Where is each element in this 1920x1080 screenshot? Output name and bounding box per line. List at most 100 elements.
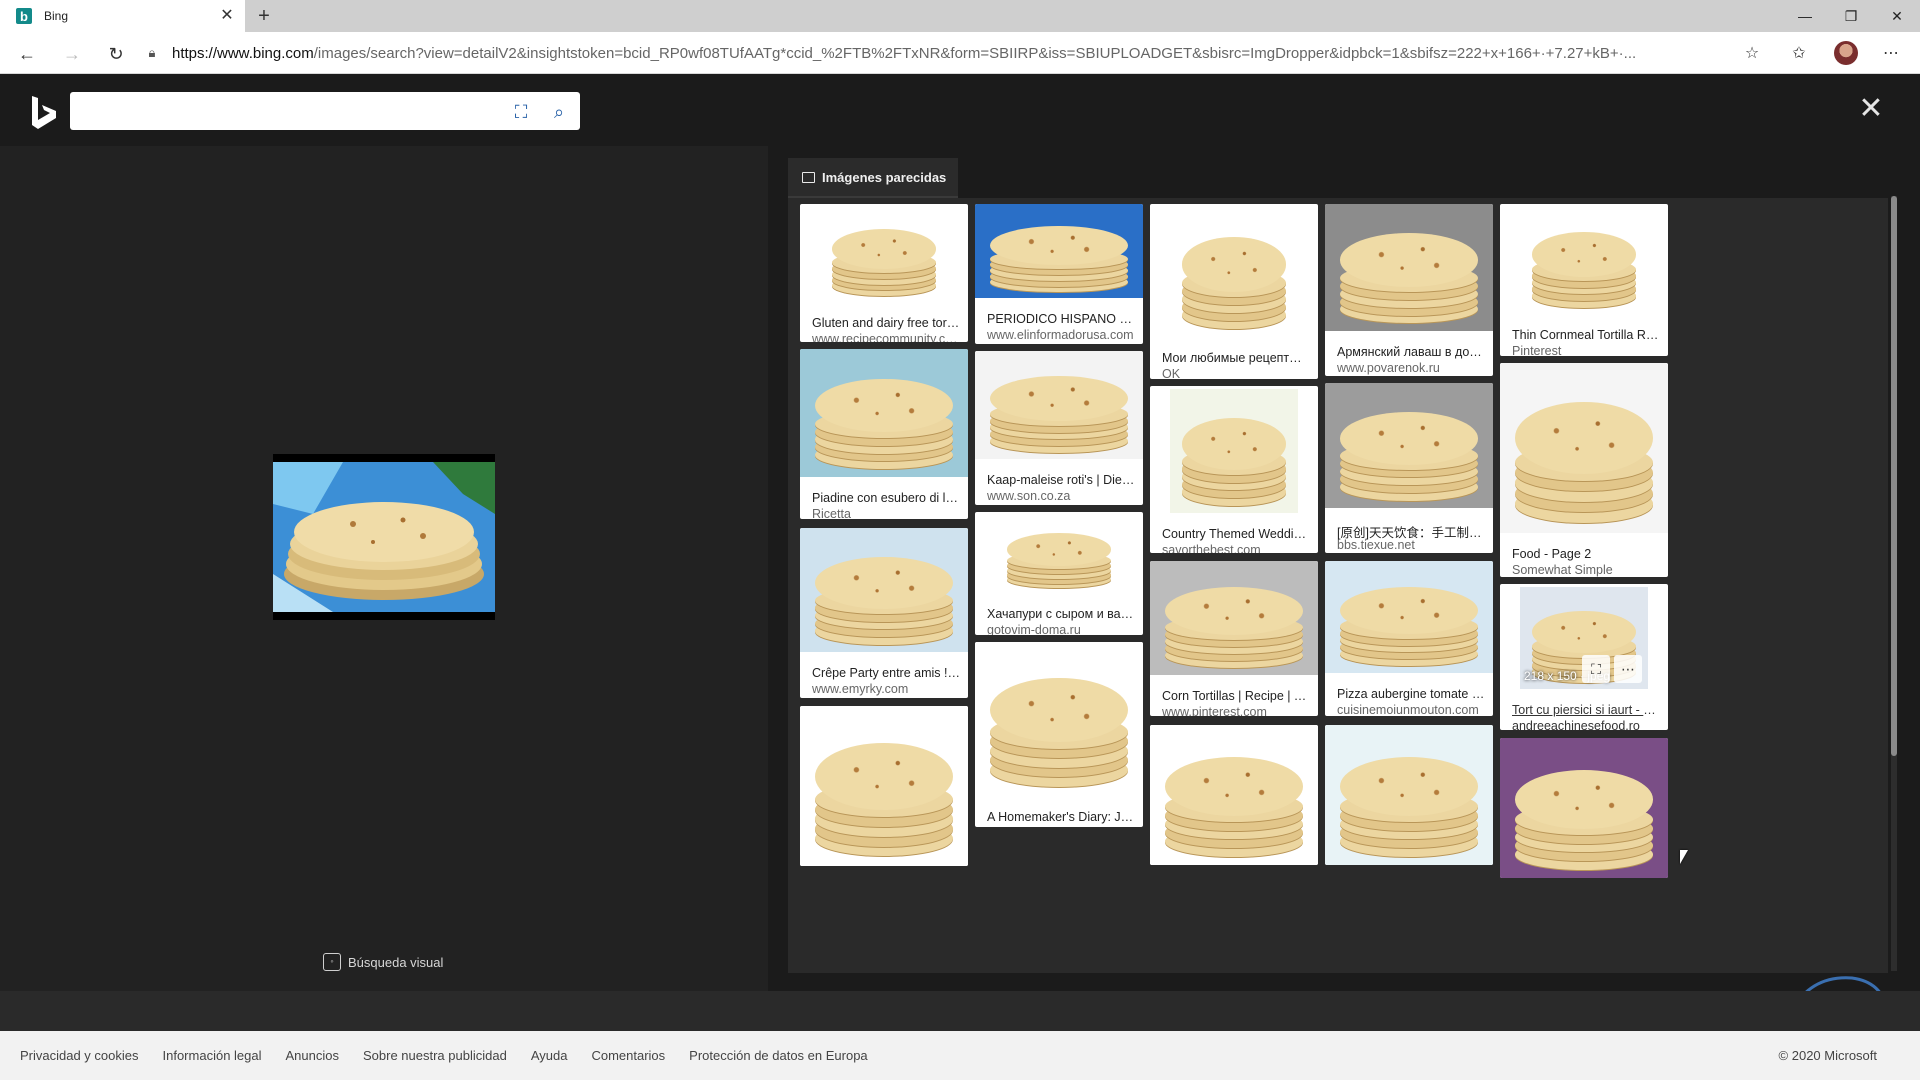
result-thumbnail[interactable] [1500,363,1668,533]
result-thumbnail[interactable] [1170,389,1298,513]
back-icon[interactable]: ← [14,41,40,67]
result-caption[interactable]: Food - Page 2 [1512,547,1660,561]
result-source[interactable]: www.povarenok.ru [1337,361,1485,375]
result-thumbnail[interactable] [975,204,1143,298]
result-thumbnail[interactable] [800,528,968,652]
result-thumbnail[interactable] [1520,207,1648,314]
search-icon[interactable]: ⌕ [548,101,570,123]
scroll-thumb[interactable] [1891,196,1897,756]
result-source[interactable]: savorthebest.com [1162,543,1310,553]
result-thumbnail[interactable] [800,706,968,866]
result-thumbnail[interactable] [975,642,1143,796]
result-thumbnail[interactable] [1500,738,1668,878]
results-scrollbar[interactable] [1891,196,1897,971]
visual-search-button[interactable]: ◦ Búsqueda visual [323,953,443,971]
result-caption[interactable]: Country Themed Wedding Ca... [1162,527,1310,541]
result-card-piadine[interactable]: Piadine con esubero di lievito ... Ricett… [800,349,968,519]
tab-close-icon[interactable]: ✕ [217,6,237,26]
result-card-khachapuri[interactable]: Хачапури с сыром и варены... gotovim-doma… [975,512,1143,635]
visual-search-icon[interactable]: ⛶ [1582,655,1610,683]
more-menu-icon[interactable]: ⋯ [1879,42,1903,66]
result-caption[interactable]: Piadine con esubero di lievito ... [812,491,960,505]
result-card-tiantian-yinshi[interactable]: [原创]天天饮食：手工制作"荷...bbs.tiexue.net [1325,383,1493,553]
footer-link-ads[interactable]: Anuncios [286,1048,339,1063]
result-caption[interactable]: Gluten and dairy free tortillas ... [812,316,960,330]
footer-link-feedback[interactable]: Comentarios [591,1048,665,1063]
result-thumbnail[interactable] [800,349,968,477]
result-thumbnail[interactable] [1325,561,1493,673]
footer-link-legal[interactable]: Información legal [163,1048,262,1063]
favorites-list-icon[interactable]: ✩ [1787,42,1811,66]
result-caption[interactable]: Crêpe Party entre amis ! – Em... [812,666,960,680]
result-card-moi-recepty[interactable]: Мои любимые рецепты — Ка... OK [1150,204,1318,379]
result-card-food-page-2[interactable]: Food - Page 2 Somewhat Simple [1500,363,1668,577]
result-source[interactable]: blogspot.com [987,826,1135,827]
result-source[interactable]: OK [1162,367,1310,379]
result-caption[interactable]: Corn Tortillas | Recipe | The fo... [1162,689,1310,703]
minimize-icon[interactable]: — [1782,0,1828,32]
result-source[interactable]: www.pinterest.com [1162,705,1310,716]
favorite-star-icon[interactable]: ☆ [1740,42,1764,66]
result-source[interactable]: Ricetta [812,507,960,519]
result-card-tort-piersici[interactable]: 218 x 150 · jpeg ⛶ ⋯ Tort cu piersici si ia… [1500,584,1668,730]
result-card-stack-blue-plate[interactable] [1325,725,1493,865]
search-input[interactable] [80,96,500,126]
result-source[interactable]: cuisinemoiunmouton.com [1337,703,1485,716]
result-source[interactable]: Somewhat Simple [1512,563,1660,577]
bing-logo-icon[interactable] [30,96,58,130]
more-options-icon[interactable]: ⋯ [1614,655,1642,683]
result-source[interactable]: www.recipecommunity.co... [812,332,960,342]
result-source[interactable]: gotovim-doma.ru [987,623,1135,635]
result-card-crepe-party[interactable]: Crêpe Party entre amis ! – Em... www.emyr… [800,528,968,698]
result-thumbnail[interactable] [995,515,1123,593]
result-card-pizza-aubergine[interactable]: Pizza aubergine tomate mozz... cuisinemoi… [1325,561,1493,716]
address-bar[interactable]: 🔒︎ https://www.bing.com/images/search?vi… [140,38,1765,68]
window-close-icon[interactable]: ✕ [1874,0,1920,32]
result-card-stack-pink-cloth[interactable] [1150,725,1318,865]
new-tab-icon[interactable]: + [252,4,276,28]
result-card-country-wedding[interactable]: Country Themed Wedding Ca... savorthebest… [1150,386,1318,553]
result-source[interactable]: Pinterest [1512,344,1660,356]
result-source[interactable]: andreeachinesefood.ro [1512,719,1660,730]
query-image[interactable] [273,454,495,620]
result-source[interactable]: bbs.tiexue.net [1337,538,1485,552]
result-thumbnail[interactable] [1170,207,1298,337]
result-caption[interactable]: Pizza aubergine tomate mozz... [1337,687,1485,701]
result-card-kaap-maleise[interactable]: Kaap-maleise roti's | Die Son www.son.co.… [975,351,1143,505]
result-card-periodico-hispano[interactable]: PERIODICO HISPANO EN MIC... www.elinforma… [975,204,1143,344]
result-thumbnail[interactable]: 218 x 150 · jpeg ⛶ ⋯ [1520,587,1648,689]
result-card-thin-cornmeal[interactable]: Thin Cornmeal Tortilla Recipe ... Pintere… [1500,204,1668,356]
url-text[interactable]: https://www.bing.com/images/search?view=… [172,45,1732,62]
footer-link-help[interactable]: Ayuda [531,1048,568,1063]
result-thumbnail[interactable] [975,351,1143,459]
result-caption[interactable]: Армянский лаваш в домашн... [1337,345,1485,359]
footer-link-eu-privacy[interactable]: Protección de datos en Europa [689,1048,868,1063]
result-caption[interactable]: Tort cu piersici si iaurt - Din se... [1512,703,1660,717]
result-thumbnail[interactable] [1325,725,1493,865]
forward-icon[interactable]: → [59,41,85,67]
result-card-folded-tortilla[interactable] [800,706,968,866]
result-caption[interactable]: Хачапури с сыром и варены... [987,607,1135,621]
visual-search-icon[interactable]: ⛶ [510,101,532,123]
result-card-armenian-lavash[interactable]: Армянский лаваш в домашн... www.povarenok… [1325,204,1493,376]
result-thumbnail[interactable] [1150,725,1318,865]
result-thumbnail[interactable] [1325,204,1493,331]
close-detail-icon[interactable]: ✕ [1856,94,1886,124]
result-thumbnail[interactable] [1325,383,1493,508]
result-card-homemakers-diary[interactable]: A Homemaker's Diary: July 20... blogspot.… [975,642,1143,827]
refresh-icon[interactable]: ↻ [103,41,129,67]
result-source[interactable]: www.emyrky.com [812,682,960,696]
restore-icon[interactable]: ❐ [1828,0,1874,32]
tab-similar-images[interactable]: Imágenes parecidas [788,158,958,198]
result-card-purple-cloth-flatbread[interactable] [1500,738,1668,878]
result-caption[interactable]: Thin Cornmeal Tortilla Recipe ... [1512,328,1660,342]
result-caption[interactable]: Мои любимые рецепты — Ка... [1162,351,1310,365]
profile-avatar[interactable] [1834,41,1858,65]
footer-link-privacy[interactable]: Privacidad y cookies [20,1048,139,1063]
result-thumbnail[interactable] [820,207,948,302]
result-caption[interactable]: Kaap-maleise roti's | Die Son [987,473,1135,487]
browser-tab[interactable]: b Bing ✕ [0,0,245,32]
result-card-corn-tortillas[interactable]: Corn Tortillas | Recipe | The fo... www.p… [1150,561,1318,716]
result-caption[interactable]: A Homemaker's Diary: July 20... [987,810,1135,824]
result-thumbnail[interactable] [1150,561,1318,675]
